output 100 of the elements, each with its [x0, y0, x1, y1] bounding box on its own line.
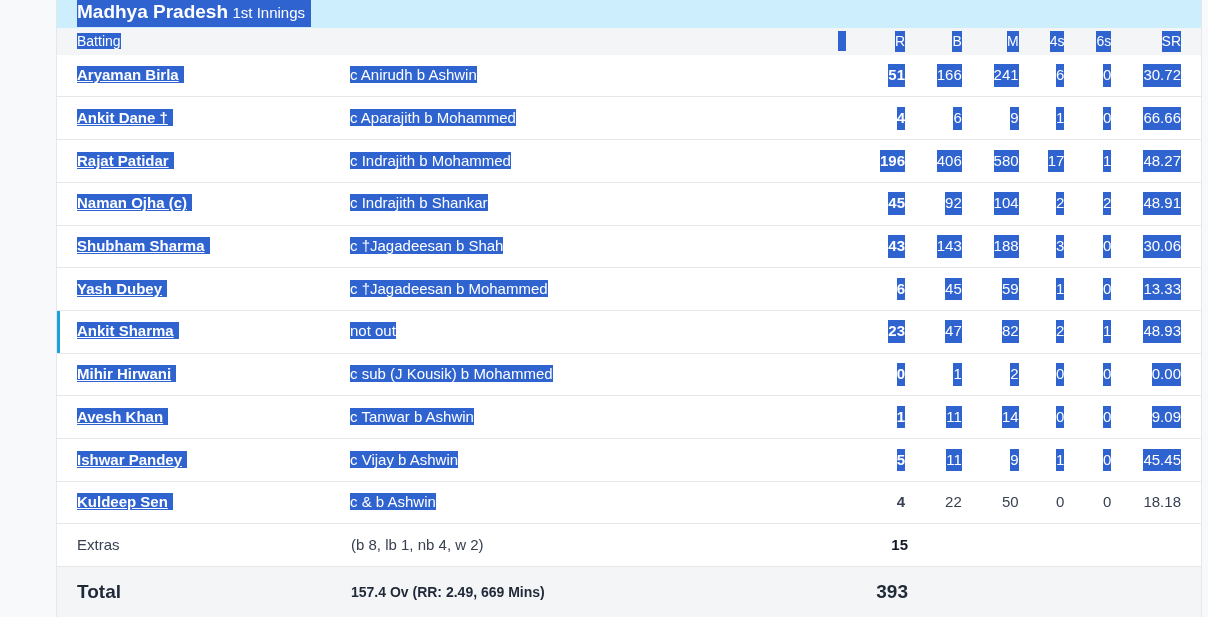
stat-cell-text: 50: [1001, 492, 1019, 513]
extras-label: Extras: [77, 534, 121, 555]
stat-cell: 1: [1102, 149, 1112, 173]
stat-cell: 13.33: [1143, 277, 1181, 301]
dismissal-text: c Indrajith b Mohammed: [350, 151, 511, 169]
stat-cell: 5: [896, 448, 905, 472]
stat-cell-text: 0: [1102, 492, 1112, 513]
stat-cell: 82: [1001, 320, 1019, 343]
stat-cell: 11: [946, 405, 962, 429]
stat-cell: 9: [1010, 448, 1019, 472]
batter-name-link[interactable]: Naman Ojha (c): [77, 194, 192, 212]
dismissal-text: c Anirudh b Ashwin: [350, 66, 477, 84]
stat-cell: 17: [1047, 149, 1065, 173]
stat-cell: 9.09: [1151, 405, 1181, 429]
stat-cell: 0: [896, 363, 905, 386]
stat-cell: 66.66: [1143, 107, 1181, 130]
column-header: 6s: [1096, 30, 1112, 52]
stat-cell: 11: [946, 448, 962, 472]
stat-cell: 143: [936, 235, 962, 258]
dismissal-text: c †Jagadeesan b Mohammed: [350, 279, 548, 297]
stat-cell: 2: [1056, 320, 1065, 343]
stat-cell: 47: [945, 320, 962, 343]
stat-cell: 2: [1056, 192, 1065, 215]
innings-title: Madhya Pradesh 1st Innings: [77, 0, 311, 27]
batter-name-link[interactable]: Shubham Sharma: [77, 237, 210, 255]
stat-cell: 48.27: [1143, 149, 1181, 173]
dismissal-text: c Indrajith b Shankar: [350, 194, 488, 212]
stat-cell: 0: [1102, 363, 1112, 386]
stat-cell: 0: [1056, 363, 1065, 386]
dismissal-text: c Vijay b Ashwin: [350, 450, 459, 468]
stat-cell: 166: [936, 64, 962, 87]
stat-cell: 6: [896, 277, 905, 301]
stat-cell: 43: [888, 235, 905, 258]
batter-name-link[interactable]: Ishwar Pandey: [77, 450, 188, 468]
column-header: B: [952, 30, 962, 52]
stat-cell: 6: [953, 107, 962, 130]
stat-cell: 196: [879, 149, 905, 173]
extras-runs: 15: [890, 534, 908, 555]
stat-cell: 6: [1056, 64, 1065, 87]
total-detail: 157.4 Ov (RR: 2.49, 669 Mins): [351, 582, 546, 602]
column-header: R: [894, 30, 905, 52]
stat-cell-text: 4: [896, 492, 905, 513]
stat-cell: 92: [945, 192, 962, 215]
stat-cell: 580: [993, 149, 1019, 173]
dismissal-text: c Tanwar b Ashwin: [350, 407, 474, 425]
dismissal-text: not out: [350, 322, 396, 340]
dismissal-text: c †Jagadeesan b Shah: [350, 237, 504, 255]
stat-cell: 1: [1056, 277, 1065, 301]
column-header: SR: [1161, 30, 1181, 52]
stat-cell: 104: [993, 192, 1019, 215]
extras-detail: (b 8, lb 1, nb 4, w 2): [351, 534, 485, 555]
batter-name-link[interactable]: Ankit Sharma: [77, 322, 179, 340]
stat-cell-text: 18.18: [1143, 492, 1181, 513]
dismissal-text: c & b Ashwin: [350, 493, 436, 511]
stat-cell: 0: [1102, 405, 1112, 429]
stat-cell: 1: [953, 363, 962, 386]
batter-name-link[interactable]: Kuldeep Sen: [77, 493, 173, 511]
stat-cell: 30.06: [1143, 235, 1181, 258]
total-label: Total: [77, 579, 122, 604]
stat-cell: 1: [1056, 107, 1065, 130]
column-header: 4s: [1049, 30, 1065, 52]
batter-name-link[interactable]: Yash Dubey: [77, 279, 168, 297]
stat-cell: 2: [1010, 363, 1019, 386]
stat-cell: 0.00: [1151, 363, 1181, 386]
stat-cell: 1: [1056, 448, 1065, 472]
stat-cell: 3: [1056, 235, 1065, 258]
stat-cell: 0: [1102, 235, 1112, 258]
stat-cell: 9: [1010, 107, 1019, 130]
column-header: M: [1006, 30, 1019, 52]
stat-cell-text: 22: [945, 492, 962, 513]
stat-cell: 51: [888, 64, 905, 87]
batter-name-link[interactable]: Ankit Dane †: [77, 109, 173, 127]
stat-cell: 48.91: [1143, 192, 1181, 215]
batter-name-link[interactable]: Aryaman Birla: [77, 66, 184, 84]
stat-cell: 2: [1102, 192, 1112, 215]
stat-cell: 406: [936, 149, 962, 173]
stat-cell: 0: [1102, 277, 1112, 301]
dismissal-text: c Aparajith b Mohammed: [350, 109, 516, 127]
stat-cell: 4: [896, 107, 905, 130]
batter-name-link[interactable]: Avesh Khan: [77, 407, 169, 425]
stat-cell: 0: [1102, 107, 1112, 130]
stat-cell: 0: [1102, 448, 1112, 472]
stat-cell: 48.93: [1143, 320, 1181, 343]
stat-cell: 1: [1102, 320, 1112, 343]
stat-cell: 59: [1001, 277, 1019, 301]
stat-cell: 188: [993, 235, 1019, 258]
stat-cell: 23: [888, 320, 905, 343]
stat-cell: 30.72: [1143, 64, 1181, 87]
batter-name-link[interactable]: Mihir Hirwani: [77, 365, 177, 383]
stat-cell: 0: [1056, 405, 1065, 429]
stat-cell: 1: [896, 405, 905, 429]
stat-cell: 0: [1102, 64, 1112, 87]
stat-cell: 45: [888, 192, 905, 215]
stat-cell: 241: [993, 64, 1019, 87]
column-header: Batting: [77, 32, 121, 49]
stat-cell: 45: [945, 277, 962, 301]
stat-cell-text: 0: [1056, 492, 1065, 513]
batter-name-link[interactable]: Rajat Patidar: [77, 151, 174, 169]
stat-cell: 45.45: [1143, 448, 1181, 472]
stat-cell: 14: [1001, 405, 1019, 429]
